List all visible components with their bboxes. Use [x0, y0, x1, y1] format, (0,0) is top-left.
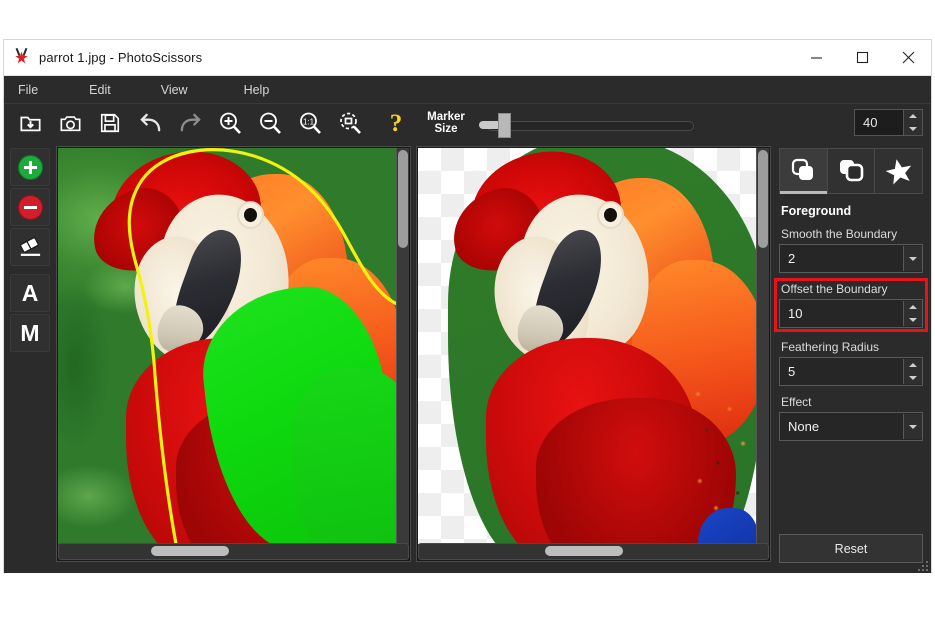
letter-a-icon: A	[21, 279, 39, 306]
stepper-up-icon[interactable]	[904, 110, 922, 123]
smooth-the-boundary-value[interactable]: 2	[780, 251, 903, 266]
section-title: Foreground	[781, 204, 852, 218]
window-controls	[793, 40, 931, 75]
marker-size-label-line1: Marker	[427, 111, 465, 123]
field-effect: Effect None	[779, 395, 923, 441]
star-icon	[885, 159, 911, 185]
source-horizontal-scrollbar[interactable]	[58, 543, 409, 560]
eraser-tool[interactable]	[10, 228, 50, 266]
source-image-pane[interactable]	[56, 146, 411, 562]
zoom-in-icon[interactable]	[213, 107, 247, 139]
feathering-radius-value[interactable]: 5	[780, 364, 903, 379]
settings-tabs	[779, 148, 923, 194]
offset-the-boundary-stepper[interactable]: 10	[779, 299, 923, 328]
camera-icon[interactable]	[53, 107, 87, 139]
result-horizontal-scrollbar[interactable]	[418, 543, 769, 560]
marker-size-slider[interactable]	[479, 110, 694, 138]
menu-item-file[interactable]: File	[12, 76, 44, 103]
stepper-down-icon[interactable]	[904, 123, 922, 136]
slider-thumb[interactable]	[498, 113, 511, 138]
result-parrot-cutout	[418, 148, 757, 544]
source-canvas[interactable]	[58, 148, 397, 544]
source-vertical-scrollbar[interactable]	[396, 148, 409, 544]
effect-chevron-down-icon[interactable]	[903, 414, 922, 439]
title-bar: parrot 1.jpg - PhotoScissors	[4, 40, 931, 76]
workspace: A M Foreground Smooth the Boundary 2 Off…	[4, 142, 931, 573]
photoscissors-window: parrot 1.jpg - PhotoScissors File Edit V…	[4, 40, 931, 573]
minimize-icon[interactable]	[793, 40, 839, 75]
foreground-marker-tool[interactable]	[10, 148, 50, 186]
save-icon[interactable]	[93, 107, 127, 139]
layers-back-icon	[840, 160, 864, 182]
field-label-smooth: Smooth the Boundary	[781, 227, 898, 241]
tab-foreground[interactable]	[828, 149, 876, 193]
result-horizontal-scroll-thumb[interactable]	[545, 546, 623, 556]
help-question-icon[interactable]: ?	[381, 107, 411, 139]
feathering-stepper-arrows[interactable]	[903, 359, 922, 384]
scissors-star-icon	[13, 47, 31, 67]
source-vertical-scroll-thumb[interactable]	[398, 150, 408, 248]
settings-panel: Foreground Smooth the Boundary 2 Offset …	[771, 142, 931, 573]
offset-stepper-up-icon[interactable]	[904, 301, 922, 314]
letter-m-icon: M	[20, 319, 40, 346]
source-horizontal-scroll-thumb[interactable]	[151, 546, 229, 556]
menu-bar: File Edit View Help	[4, 76, 931, 104]
smooth-the-boundary-dropdown[interactable]: 2	[779, 244, 923, 273]
tab-background[interactable]	[780, 149, 828, 194]
offset-stepper-down-icon[interactable]	[904, 314, 922, 327]
marker-size-stepper[interactable]: 40	[854, 109, 923, 136]
selection-outline	[127, 148, 397, 544]
menu-item-view[interactable]: View	[155, 76, 194, 103]
field-label-effect: Effect	[781, 395, 812, 409]
screenshot-root: parrot 1.jpg - PhotoScissors File Edit V…	[0, 0, 935, 629]
background-marker-tool[interactable]	[10, 188, 50, 226]
marker-size-label-line2: Size	[434, 123, 458, 135]
resize-grip[interactable]	[917, 560, 929, 572]
eraser-icon	[19, 237, 40, 256]
offset-stepper-arrows[interactable]	[903, 301, 922, 326]
feathering-stepper-up-icon[interactable]	[904, 359, 922, 372]
result-image-pane[interactable]	[416, 146, 771, 562]
red-minus-circle-icon	[17, 194, 43, 220]
offset-the-boundary-value[interactable]: 10	[780, 306, 903, 321]
feathering-stepper-down-icon[interactable]	[904, 372, 922, 385]
feathering-radius-stepper[interactable]: 5	[779, 357, 923, 386]
marker-size-label: Marker Size	[423, 111, 469, 135]
zoom-out-icon[interactable]	[253, 107, 287, 139]
green-plus-circle-icon	[17, 154, 43, 180]
undo-icon[interactable]	[133, 107, 167, 139]
field-smooth-the-boundary: Smooth the Boundary 2	[779, 227, 923, 273]
layers-front-icon	[792, 158, 814, 180]
marker-size-value[interactable]: 40	[854, 109, 903, 136]
field-offset-the-boundary: Offset the Boundary 10	[774, 278, 928, 332]
field-feathering-radius: Feathering Radius 5	[779, 340, 923, 386]
result-vertical-scroll-thumb[interactable]	[758, 150, 768, 248]
reset-button[interactable]: Reset	[779, 534, 923, 563]
redo-icon[interactable]	[173, 107, 207, 139]
effect-value[interactable]: None	[780, 419, 903, 434]
auto-mode-tool[interactable]: A	[10, 274, 50, 312]
window-title: parrot 1.jpg - PhotoScissors	[39, 50, 203, 65]
zoom-fit-icon[interactable]	[333, 107, 367, 139]
tool-strip: A M	[4, 142, 56, 573]
field-label-feathering: Feathering Radius	[781, 340, 880, 354]
result-vertical-scrollbar[interactable]	[756, 148, 769, 544]
marker-size-arrows[interactable]	[903, 109, 923, 136]
menu-item-edit[interactable]: Edit	[83, 76, 117, 103]
chevron-down-icon[interactable]	[903, 246, 922, 271]
open-image-icon[interactable]	[13, 107, 47, 139]
field-label-offset: Offset the Boundary	[781, 282, 888, 296]
main-toolbar: 1:1 ? Marker Size 40	[4, 104, 931, 142]
tab-effects[interactable]	[875, 149, 922, 193]
maximize-icon[interactable]	[839, 40, 885, 75]
slider-track[interactable]	[487, 121, 694, 131]
effect-dropdown[interactable]: None	[779, 412, 923, 441]
result-canvas[interactable]	[418, 148, 757, 544]
manual-mode-tool[interactable]: M	[10, 314, 50, 352]
zoom-actual-size-icon[interactable]: 1:1	[293, 107, 327, 139]
svg-text:1:1: 1:1	[303, 118, 315, 127]
menu-item-help[interactable]: Help	[238, 76, 276, 103]
close-icon[interactable]	[885, 40, 931, 75]
